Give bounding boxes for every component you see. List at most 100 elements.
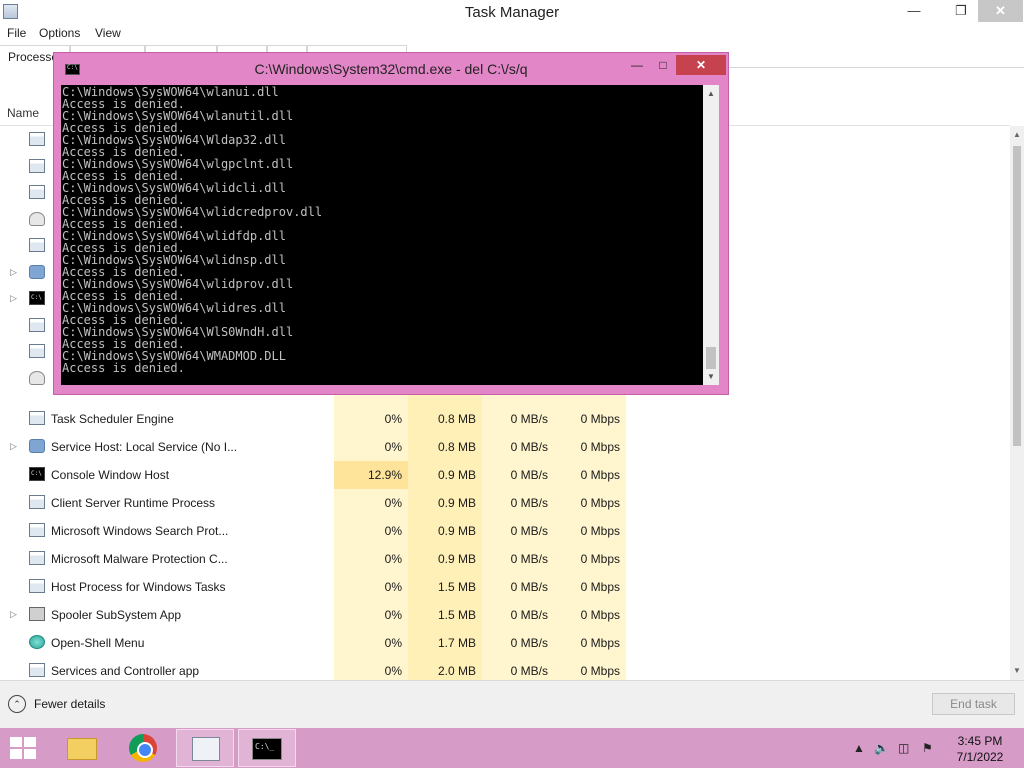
network-cell: 0 Mbps: [554, 461, 626, 489]
cpu-cell: 0%: [334, 601, 408, 629]
memory-cell: 1.7 MB: [408, 629, 482, 657]
scroll-up-icon[interactable]: ▲: [707, 89, 715, 98]
taskbar-chrome[interactable]: [114, 729, 172, 767]
process-name: Client Server Runtime Process: [51, 496, 216, 510]
memory-cell: 1.5 MB: [408, 601, 482, 629]
expand-chevron-icon[interactable]: ▷: [10, 293, 17, 304]
menu-bar: File Options View: [0, 24, 1024, 44]
disk-cell: 0 MB/s: [482, 545, 554, 573]
process-name: Service Host: Local Service (No I...: [51, 440, 238, 454]
expand-chevron-icon[interactable]: ▷: [10, 267, 17, 278]
process-name: Task Scheduler Engine: [51, 412, 174, 426]
cpu-cell: 0%: [334, 405, 408, 433]
network-cell: 0 Mbps: [554, 545, 626, 573]
taskbar: ▲ 🔈 ◫ ⚑ 3:45 PM 7/1/2022: [0, 728, 1024, 768]
close-button[interactable]: ✕: [978, 0, 1023, 22]
shell-icon: [29, 635, 45, 649]
scroll-down-icon[interactable]: ▼: [707, 372, 715, 381]
window-icon: [29, 579, 45, 593]
window-icon: [29, 495, 45, 509]
show-hidden-icons-chevron-icon[interactable]: ▲: [853, 741, 865, 755]
menu-options[interactable]: Options: [39, 26, 80, 40]
fewer-details-link[interactable]: Fewer details: [34, 697, 105, 711]
end-task-button[interactable]: End task: [932, 693, 1015, 715]
memory-cell: 0.9 MB: [408, 489, 482, 517]
window-icon: [29, 185, 45, 199]
memory-cell: 0.8 MB: [408, 433, 482, 461]
network-cell: 0 Mbps: [554, 489, 626, 517]
table-row[interactable]: Microsoft Malware Protection C... 0% 0.9 M…: [0, 545, 1010, 573]
table-row[interactable]: Console Window Host 12.9%0.9 MB0 MB/s0 Mb…: [0, 461, 1010, 489]
cmd-scroll-thumb[interactable]: [706, 347, 716, 369]
windows-logo-pane: [24, 737, 36, 747]
disk-cell: 0 MB/s: [482, 489, 554, 517]
start-button[interactable]: [10, 737, 36, 759]
window-icon: [29, 238, 45, 252]
taskbar-task-manager[interactable]: [176, 729, 234, 767]
cpu-cell: 0%: [334, 489, 408, 517]
network-cell: 0 Mbps: [554, 573, 626, 601]
windows-logo-pane: [24, 749, 36, 759]
network-cell: 0 Mbps: [554, 629, 626, 657]
taskbar-file-explorer[interactable]: [52, 729, 110, 767]
disk-cell: 0 MB/s: [482, 629, 554, 657]
window-icon: [29, 663, 45, 677]
network-icon[interactable]: ◫: [898, 741, 909, 755]
cmd-window[interactable]: C:\Windows\System32\cmd.exe - del C:\/s/…: [53, 52, 729, 395]
expand-chevron-icon[interactable]: ▷: [10, 609, 17, 620]
scroll-down-icon[interactable]: ▼: [1013, 666, 1021, 675]
disk-cell: 0 MB/s: [482, 573, 554, 601]
table-row[interactable]: Open-Shell Menu 0% 1.7 MB 0 MB/s 0 Mbps: [0, 629, 1010, 657]
cmd-minimize-button[interactable]: —: [624, 55, 650, 75]
task-manager-titlebar: Task Manager — ❐ ✕: [0, 0, 1024, 24]
process-name: Microsoft Windows Search Prot...: [51, 524, 229, 538]
close-icon: ✕: [695, 58, 707, 72]
memory-cell: 0.9 MB: [408, 517, 482, 545]
memory-cell: 0.9 MB: [408, 461, 482, 489]
clock-time: 3:45 PM: [957, 734, 1003, 748]
disk-cell: 0 MB/s: [482, 601, 554, 629]
cmd-icon: [252, 738, 282, 760]
network-cell: 0 Mbps: [554, 517, 626, 545]
speaker-muted-icon[interactable]: 🔈: [874, 741, 889, 755]
console-line: Access is denied.: [62, 361, 185, 375]
console-icon: [29, 291, 45, 305]
close-icon: ✕: [995, 3, 1006, 18]
scroll-thumb[interactable]: [1013, 146, 1021, 446]
table-row[interactable]: ▷ Spooler SubSystem App 0% 1.5 MB 0 MB/s 0 Mb…: [0, 601, 1010, 629]
window-icon: [29, 411, 45, 425]
cpu-cell: 0%: [334, 573, 408, 601]
table-row[interactable]: Microsoft Windows Search Prot... 0% 0.9 MB…: [0, 517, 1010, 545]
table-row[interactable]: Task Scheduler Engine 0% 0.8 MB 0 MB/s 0 Mbp…: [0, 405, 1010, 433]
minimize-button[interactable]: —: [898, 0, 930, 22]
windows-logo-pane: [10, 749, 22, 759]
expand-chevron-icon[interactable]: ▷: [10, 441, 17, 452]
cmd-titlebar[interactable]: C:\Windows\System32\cmd.exe - del C:\/s/…: [54, 53, 728, 83]
system-clock[interactable]: 3:45 PM 7/1/2022: [950, 733, 1010, 765]
menu-view[interactable]: View: [95, 26, 121, 40]
cmd-close-button[interactable]: ✕: [676, 55, 726, 75]
table-row[interactable]: ▷ Service Host: Local Service (No I... 0% 0…: [0, 433, 1010, 461]
process-list-scrollbar[interactable]: ▲ ▼: [1010, 126, 1024, 680]
column-header-name[interactable]: Name: [7, 106, 39, 120]
cmd-scrollbar[interactable]: ▲ ▼: [703, 85, 719, 385]
table-row[interactable]: Client Server Runtime Process 0% 0.9 MB 0 M…: [0, 489, 1010, 517]
user-icon: [29, 370, 45, 385]
table-row[interactable]: Host Process for Windows Tasks 0% 1.5 MB 0 …: [0, 573, 1010, 601]
taskbar-cmd[interactable]: [238, 729, 296, 767]
restore-button[interactable]: ❐: [945, 0, 977, 22]
disk-cell: 0 MB/s: [482, 405, 554, 433]
window-icon: [29, 158, 45, 173]
process-name: Console Window Host: [51, 468, 170, 482]
cmd-maximize-button[interactable]: □: [650, 55, 676, 75]
menu-file[interactable]: File: [7, 26, 26, 40]
chevron-up-icon[interactable]: ⌃: [8, 695, 26, 713]
scroll-up-icon[interactable]: ▲: [1013, 130, 1021, 139]
cmd-console-output[interactable]: C:\Windows\SysWOW64\wlanui.dll Access is …: [61, 85, 703, 385]
cpu-cell: 0%: [334, 629, 408, 657]
action-center-flag-icon[interactable]: ⚑: [922, 741, 933, 755]
windows-logo-icon: [10, 737, 22, 747]
cpu-cell: 12.9%: [334, 461, 408, 489]
window-icon: [29, 551, 45, 565]
printer-icon: [29, 607, 45, 621]
